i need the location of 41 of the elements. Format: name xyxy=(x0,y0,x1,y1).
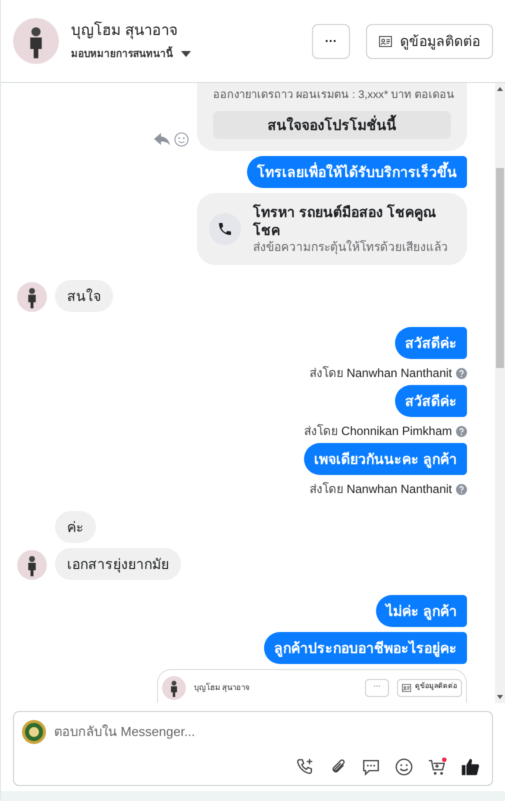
add-call-icon[interactable] xyxy=(295,757,315,777)
phone-icon xyxy=(209,213,241,245)
promo-button[interactable]: สนใจจองโปรโมชั่นนี้ xyxy=(213,111,451,139)
outgoing-message: โทรเลยเพื่อให้ได้รับบริการเร็วขึ้น xyxy=(247,156,467,188)
scrollbar-thumb[interactable] xyxy=(496,168,504,368)
reply-input[interactable]: ตอบกลับใน Messenger... xyxy=(54,722,484,742)
outgoing-message: เพจเดียวกันนะคะ ลูกค้า xyxy=(304,443,467,475)
chat-icon[interactable] xyxy=(361,757,381,777)
help-icon[interactable] xyxy=(456,368,467,378)
incoming-message: ค่ะ xyxy=(55,511,96,543)
scroll-up-icon[interactable] xyxy=(497,87,503,91)
help-icon[interactable] xyxy=(456,426,467,436)
cart-icon[interactable] xyxy=(427,757,447,777)
sender-note: ส่งโดย Chonnikan Pimkham xyxy=(304,424,452,438)
assign-conversation-button[interactable]: มอบหมายการสนทนานี้ xyxy=(71,46,191,62)
reply-icon[interactable] xyxy=(154,133,170,146)
emoji-icon[interactable] xyxy=(394,757,414,777)
outgoing-message: ไม่ค่ะ ลูกค้า xyxy=(376,595,467,627)
caret-icon xyxy=(181,51,191,58)
scrollbar[interactable] xyxy=(495,83,505,703)
sender-note: ส่งโดย Nanwhan Nanthanit xyxy=(309,482,452,496)
page-logo xyxy=(22,720,46,744)
more-button[interactable]: ··· xyxy=(312,24,350,58)
thumbs-up-icon[interactable] xyxy=(460,757,480,777)
scroll-down-icon[interactable] xyxy=(497,695,503,699)
contact-card-icon xyxy=(402,684,411,692)
avatar xyxy=(162,676,186,700)
call-title: โทรหา รถยนต์มือสอง โชคคูณ โชค xyxy=(253,203,437,239)
outgoing-message: สวัสดีค่ะ xyxy=(395,327,467,359)
help-icon[interactable] xyxy=(456,484,467,494)
contact-name: บุญโฮม สุนาอาจ xyxy=(71,20,180,42)
avatar xyxy=(13,18,59,64)
outgoing-message: สวัสดีค่ะ xyxy=(395,385,467,417)
incoming-message: สนใจ xyxy=(55,280,113,312)
sender-note: ส่งโดย Nanwhan Nanthanit xyxy=(309,366,452,380)
contact-name: บุญโฮม สุนาอาจ xyxy=(194,682,250,694)
contact-card-icon xyxy=(379,36,392,46)
call-subtitle: ส่งข้อความกระตุ้นให้โทรด้วยเสียงแล้ว xyxy=(253,239,449,255)
incoming-message: เอกสารยุ่งยากมัย xyxy=(55,548,181,580)
view-contact-button[interactable]: ดูข้อมูลติดต่อ xyxy=(366,24,493,58)
outgoing-message: ลูกค้าประกอบอาชีพอะไรอยู่คะ xyxy=(264,632,467,664)
